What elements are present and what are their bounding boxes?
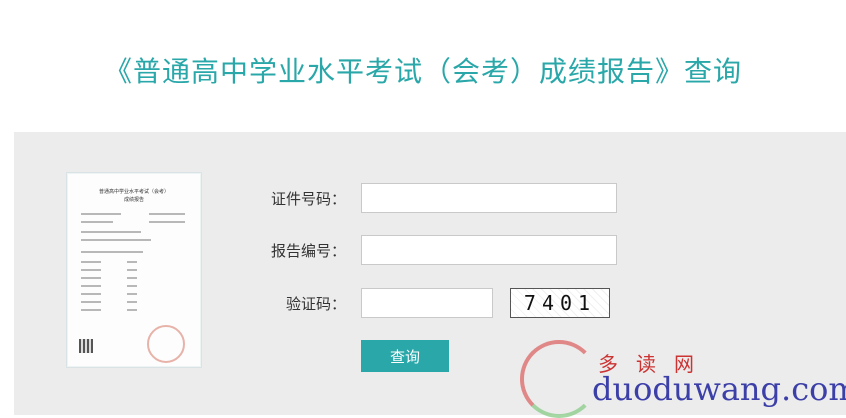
report-number-input[interactable] [361,235,617,265]
cert-text-line [81,221,113,223]
report-number-label: 报告编号： [270,242,346,260]
cert-text-line [149,213,185,215]
certificate-title-line2: 成绩报告 [123,197,144,203]
cert-text-line [81,251,143,253]
watermark-logo-icon [520,340,598,418]
cert-text-line [81,213,121,215]
cert-text-line [127,277,137,279]
captcha-image[interactable]: 7401 [510,288,610,318]
captcha-input[interactable] [361,288,493,318]
cert-text-line [81,277,101,279]
cert-qr-icon [79,339,93,353]
certificate-sample-image: 普通高中学业水平考试（会考） 成绩报告 [66,172,202,368]
query-button[interactable]: 查询 [361,340,449,372]
cert-text-line [81,269,101,271]
watermark-url-text: duoduwang.com [592,370,846,408]
cert-text-line [127,293,137,295]
cert-text-line [81,309,101,311]
cert-seal-icon [147,325,185,363]
cert-text-line [127,269,137,271]
captcha-label: 验证码： [285,295,346,313]
certificate-title-line1: 普通高中学业水平考试（会考） [98,189,169,195]
cert-text-line [127,261,137,263]
cert-text-line [81,239,151,241]
page-title: 《普通高中学业水平考试（会考）成绩报告》查询 [103,55,742,88]
cert-text-line [127,301,137,303]
cert-text-line [81,293,101,295]
cert-text-line [81,261,101,263]
cert-text-line [81,285,101,287]
cert-text-line [127,285,137,287]
cert-text-line [81,301,101,303]
id-number-input[interactable] [361,183,617,213]
cert-text-line [81,231,141,233]
cert-text-line [149,221,185,223]
cert-text-line [127,309,137,311]
id-number-label: 证件号码： [270,190,346,208]
